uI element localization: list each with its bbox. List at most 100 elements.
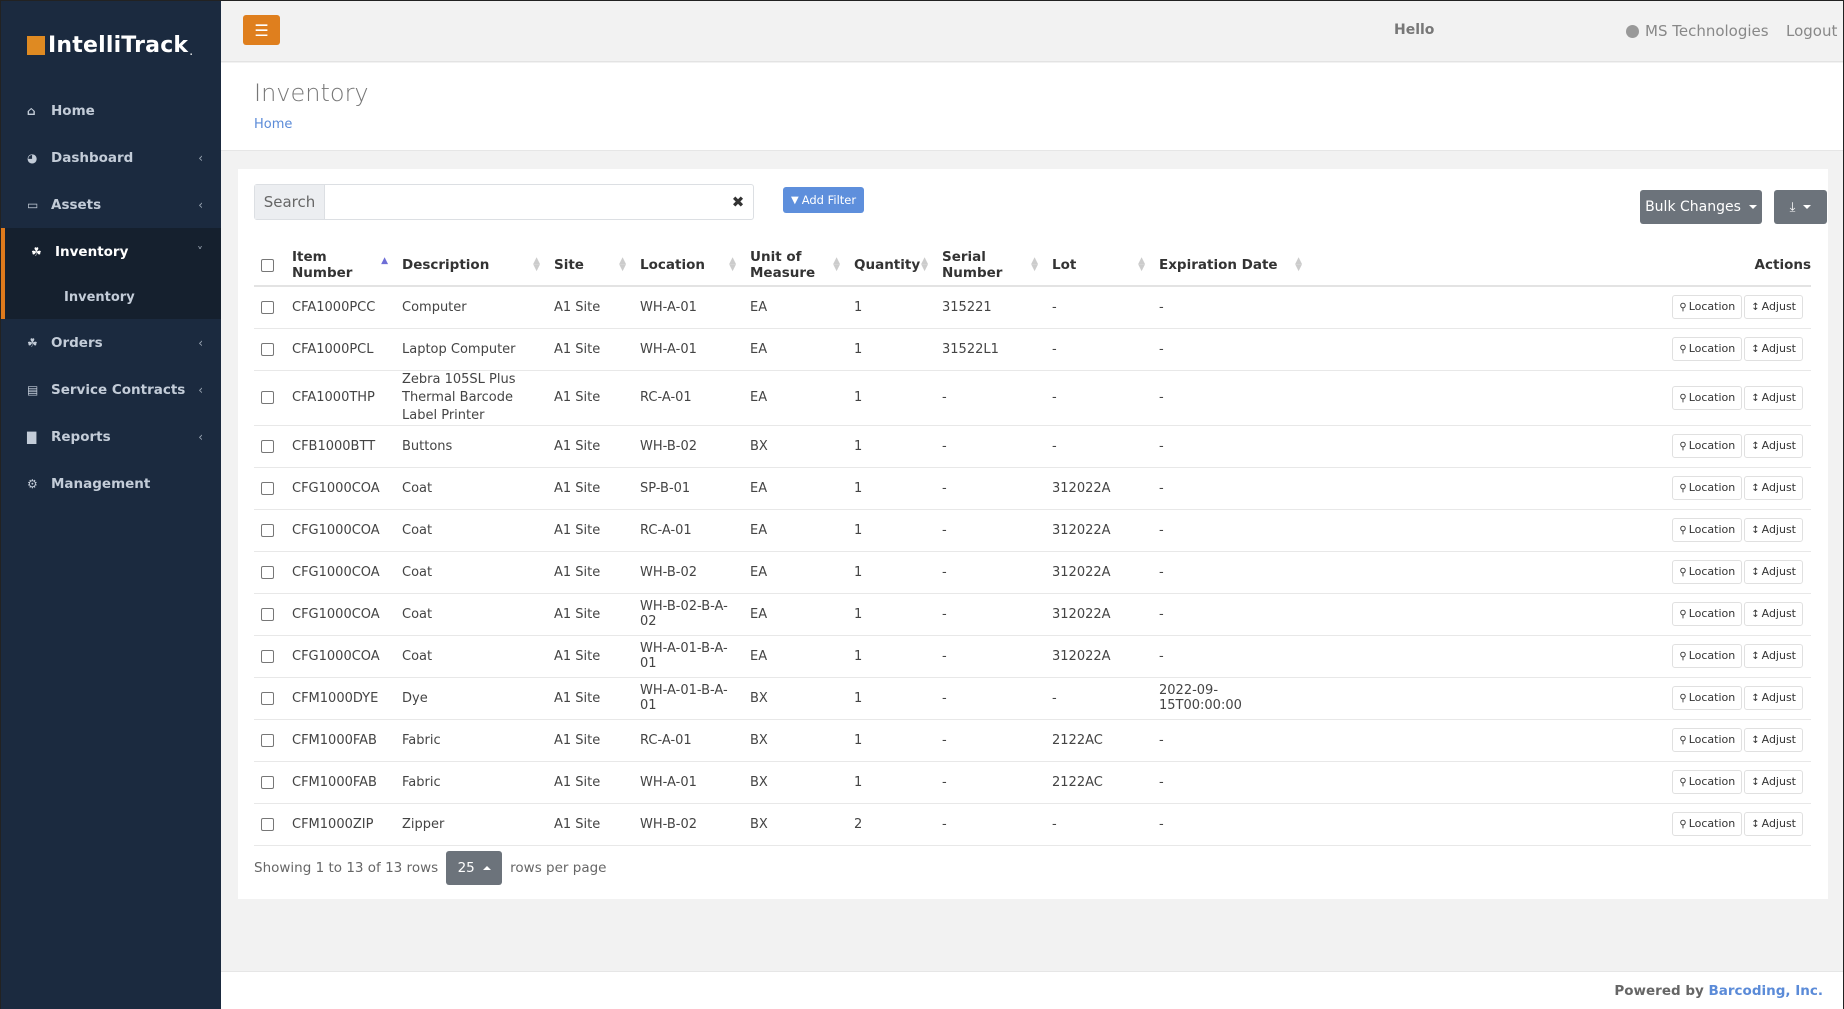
location-button[interactable]: ⚲ Location xyxy=(1672,686,1743,710)
sidebar-item-reports[interactable]: ▇ Reports ‹ xyxy=(1,413,221,460)
row-checkbox[interactable] xyxy=(261,391,274,404)
row-checkbox[interactable] xyxy=(261,565,274,579)
adjust-button[interactable]: ↕ Adjust xyxy=(1744,560,1803,584)
add-filter-button[interactable]: ▼ Add Filter xyxy=(783,187,865,213)
row-checkbox[interactable] xyxy=(261,649,274,663)
cell-lot: 312022A xyxy=(1044,467,1151,510)
row-checkbox[interactable] xyxy=(261,439,274,453)
logo[interactable]: IntelliTrack . xyxy=(27,33,193,58)
row-checkbox[interactable] xyxy=(261,300,274,314)
cell-quantity: 1 xyxy=(846,761,934,804)
row-checkbox[interactable] xyxy=(261,607,274,621)
location-button[interactable]: ⚲ Location xyxy=(1672,728,1743,752)
sidebar-item-dashboard[interactable]: ◕ Dashboard ‹ xyxy=(1,134,221,181)
logout-link[interactable]: Logout xyxy=(1786,22,1837,40)
row-checkbox[interactable] xyxy=(261,733,274,747)
location-button[interactable]: ⚲ Location xyxy=(1672,560,1743,584)
cell-item-number: CFM1000FAB xyxy=(284,719,394,762)
column-header-unit-of-measure[interactable]: Unit of Measure ▲ ▼ xyxy=(742,245,846,287)
bulk-changes-button[interactable]: Bulk Changes xyxy=(1640,190,1762,224)
column-header-site[interactable]: Site ▲ ▼ xyxy=(546,245,632,287)
adjust-button[interactable]: ↕ Adjust xyxy=(1744,812,1803,836)
sidebar-item-inventory[interactable]: ☘ Inventory ˅ xyxy=(5,228,221,275)
cell-site: A1 Site xyxy=(546,328,632,371)
organization-link[interactable]: MS Technologies xyxy=(1626,22,1769,40)
location-label: Location xyxy=(1688,649,1736,662)
adjust-button[interactable]: ↕ Adjust xyxy=(1744,434,1803,458)
export-button[interactable]: ⤓ xyxy=(1774,190,1827,224)
cell-description: Laptop Computer xyxy=(394,328,546,371)
column-label: Serial Number xyxy=(942,249,1003,281)
location-label: Location xyxy=(1688,523,1736,536)
sidebar-subitem-inventory[interactable]: Inventory xyxy=(5,275,221,319)
location-button[interactable]: ⚲ Location xyxy=(1672,602,1743,626)
sidebar-item-service-contracts[interactable]: ▤ Service Contracts ‹ xyxy=(1,366,221,413)
sidebar-item-management[interactable]: ⚙ Management xyxy=(1,460,221,507)
adjust-button[interactable]: ↕ Adjust xyxy=(1744,385,1803,410)
select-all-checkbox[interactable] xyxy=(261,258,274,272)
location-button[interactable]: ⚲ Location xyxy=(1672,476,1743,500)
column-header-quantity[interactable]: Quantity ▲ ▼ xyxy=(846,245,934,287)
row-checkbox[interactable] xyxy=(261,523,274,537)
location-button[interactable]: ⚲ Location xyxy=(1672,518,1743,542)
location-button[interactable]: ⚲ Location xyxy=(1672,770,1743,794)
breadcrumb-home[interactable]: Home xyxy=(254,117,292,132)
logo-dot: . xyxy=(189,44,194,58)
location-button[interactable]: ⚲ Location xyxy=(1672,385,1743,410)
sidebar-item-orders[interactable]: ☘ Orders ‹ xyxy=(1,319,221,366)
column-label: Actions xyxy=(1754,257,1811,273)
table-row: CFA1000PCL Laptop Computer A1 Site WH-A-01 E… xyxy=(254,328,1811,371)
clear-search-icon[interactable]: ✖ xyxy=(723,185,753,219)
sidebar-item-home[interactable]: ⌂ Home xyxy=(1,87,221,134)
column-header-lot[interactable]: Lot ▲ ▼ xyxy=(1044,245,1151,287)
download-icon: ⤓ xyxy=(1789,199,1796,215)
column-header-location[interactable]: Location ▲ ▼ xyxy=(632,245,742,287)
cell-unit-of-measure: BX xyxy=(742,425,846,468)
cell-expiration-date: - xyxy=(1151,593,1308,636)
cell-description: Zipper xyxy=(394,803,546,846)
adjust-button[interactable]: ↕ Adjust xyxy=(1744,518,1803,542)
adjust-button[interactable]: ↕ Adjust xyxy=(1744,770,1803,794)
adjust-button[interactable]: ↕ Adjust xyxy=(1744,476,1803,500)
page-size-dropdown[interactable]: 25 xyxy=(446,851,503,885)
column-header-item-number[interactable]: Item Number ▲ xyxy=(284,245,394,287)
row-checkbox[interactable] xyxy=(261,775,274,789)
adjust-button[interactable]: ↕ Adjust xyxy=(1744,728,1803,752)
column-header-expiration-date[interactable]: Expiration Date ▲ ▼ xyxy=(1151,245,1308,287)
adjust-button[interactable]: ↕ Adjust xyxy=(1744,686,1803,710)
cell-location: RC-A-01 xyxy=(632,370,742,426)
sidebar-item-assets[interactable]: ▭ Assets ‹ xyxy=(1,181,221,228)
menu-toggle-button[interactable]: ☰ xyxy=(243,15,280,45)
row-checkbox[interactable] xyxy=(261,342,274,356)
cell-location: WH-B-02 xyxy=(632,803,742,846)
adjust-button[interactable]: ↕ Adjust xyxy=(1744,644,1803,668)
logo-text: IntelliTrack xyxy=(48,33,189,58)
cell-unit-of-measure: BX xyxy=(742,761,846,804)
row-checkbox[interactable] xyxy=(261,481,274,495)
location-label: Location xyxy=(1688,342,1736,355)
adjust-label: Adjust xyxy=(1761,733,1796,746)
location-button[interactable]: ⚲ Location xyxy=(1672,295,1743,320)
row-actions: ⚲ Location ↕ Adjust xyxy=(1308,509,1811,552)
column-header-serial-number[interactable]: Serial Number ▲ ▼ xyxy=(934,245,1044,287)
location-button[interactable]: ⚲ Location xyxy=(1672,644,1743,668)
search-input[interactable] xyxy=(325,185,723,219)
cell-lot: 2122AC xyxy=(1044,719,1151,762)
row-checkbox[interactable] xyxy=(261,691,274,705)
chevron-left-icon: ‹ xyxy=(198,382,203,397)
adjust-button[interactable]: ↕ Adjust xyxy=(1744,337,1803,361)
column-header-description[interactable]: Description ▲ ▼ xyxy=(394,245,546,287)
map-marker-icon: ⚲ xyxy=(1679,525,1687,536)
sort-asc-icon: ▲ xyxy=(381,256,388,266)
location-button[interactable]: ⚲ Location xyxy=(1672,337,1743,361)
adjust-button[interactable]: ↕ Adjust xyxy=(1744,602,1803,626)
adjust-button[interactable]: ↕ Adjust xyxy=(1744,295,1803,320)
location-button[interactable]: ⚲ Location xyxy=(1672,434,1743,458)
sidebar-item-label: Inventory xyxy=(55,243,129,260)
barcoding-link[interactable]: Barcoding, Inc. xyxy=(1709,983,1824,999)
row-checkbox[interactable] xyxy=(261,817,274,831)
cell-quantity: 1 xyxy=(846,635,934,678)
cell-lot: - xyxy=(1044,677,1151,720)
location-button[interactable]: ⚲ Location xyxy=(1672,812,1743,836)
cell-item-number: CFG1000COA xyxy=(284,551,394,594)
